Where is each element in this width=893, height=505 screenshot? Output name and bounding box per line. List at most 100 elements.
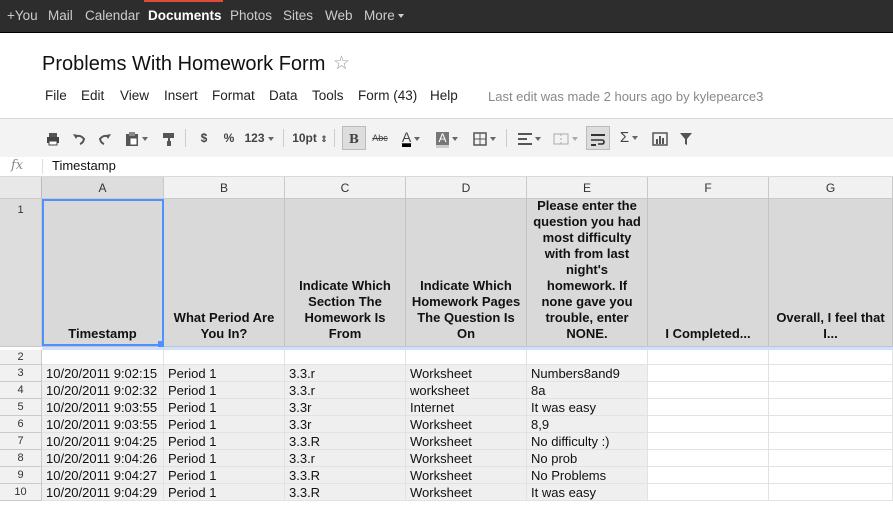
gbar-item-sites[interactable]: Sites (283, 0, 313, 32)
gbar-item-mail[interactable]: Mail (48, 0, 73, 32)
cell-d2[interactable] (406, 350, 527, 365)
cell-d4[interactable]: worksheet (406, 382, 527, 399)
cell-c3[interactable]: 3.3.r (285, 365, 406, 382)
row-header-9[interactable]: 9 (0, 467, 42, 484)
cell-e7[interactable]: No difficulty :) (527, 433, 648, 450)
functions-button[interactable]: Σ (614, 126, 644, 150)
cell-c9[interactable]: 3.3.R (285, 467, 406, 484)
cell-b9[interactable]: Period 1 (164, 467, 285, 484)
cell-b4[interactable]: Period 1 (164, 382, 285, 399)
cell-d5[interactable]: Internet (406, 399, 527, 416)
cell-d6[interactable]: Worksheet (406, 416, 527, 433)
align-button[interactable] (512, 126, 546, 150)
gbar-item-more[interactable]: More (364, 0, 404, 32)
header-cell-d[interactable]: Indicate Which Homework Pages The Questi… (406, 199, 527, 347)
bold-button[interactable]: B (342, 126, 366, 150)
row-header-5[interactable]: 5 (0, 399, 42, 416)
column-header-e[interactable]: E (527, 177, 648, 199)
menu-tools[interactable]: Tools (312, 88, 344, 103)
paste-button[interactable] (120, 126, 152, 150)
cell-c8[interactable]: 3.3.r (285, 450, 406, 467)
print-button[interactable] (42, 126, 64, 150)
frozen-row-divider[interactable] (42, 347, 893, 350)
cell-b6[interactable]: Period 1 (164, 416, 285, 433)
cell-b7[interactable]: Period 1 (164, 433, 285, 450)
menu-file[interactable]: File (45, 88, 67, 103)
formula-input[interactable]: Timestamp (52, 157, 116, 175)
paint-format-button[interactable] (158, 126, 180, 150)
cell-a9[interactable]: 10/20/2011 9:04:27 (42, 467, 164, 484)
cell-c5[interactable]: 3.3r (285, 399, 406, 416)
cell-e4[interactable]: 8a (527, 382, 648, 399)
cell-g4[interactable] (769, 382, 893, 399)
cell-e6[interactable]: 8,9 (527, 416, 648, 433)
cell-f5[interactable] (648, 399, 769, 416)
cell-d3[interactable]: Worksheet (406, 365, 527, 382)
cell-g3[interactable] (769, 365, 893, 382)
cell-f8[interactable] (648, 450, 769, 467)
cell-d10[interactable]: Worksheet (406, 484, 527, 501)
column-header-g[interactable]: G (769, 177, 893, 199)
cell-g9[interactable] (769, 467, 893, 484)
gbar-item-you[interactable]: +You (7, 0, 38, 32)
cell-d9[interactable]: Worksheet (406, 467, 527, 484)
cell-f2[interactable] (648, 350, 769, 365)
cell-c7[interactable]: 3.3.R (285, 433, 406, 450)
cell-g8[interactable] (769, 450, 893, 467)
cell-f7[interactable] (648, 433, 769, 450)
cell-f9[interactable] (648, 467, 769, 484)
merge-cells-button[interactable] (548, 126, 582, 150)
row-header-1[interactable]: 1 (0, 199, 42, 347)
cell-g6[interactable] (769, 416, 893, 433)
fill-color-button[interactable]: A (430, 126, 464, 150)
cell-c6[interactable]: 3.3r (285, 416, 406, 433)
cell-c4[interactable]: 3.3.r (285, 382, 406, 399)
gbar-item-calendar[interactable]: Calendar (85, 0, 140, 32)
gbar-item-web[interactable]: Web (325, 0, 353, 32)
cell-b10[interactable]: Period 1 (164, 484, 285, 501)
header-cell-f[interactable]: I Completed... (648, 199, 769, 347)
row-header-4[interactable]: 4 (0, 382, 42, 399)
cell-b8[interactable]: Period 1 (164, 450, 285, 467)
font-size-dropdown[interactable]: 10pt ⇕ (290, 126, 330, 150)
cell-e2[interactable] (527, 350, 648, 365)
cell-b3[interactable]: Period 1 (164, 365, 285, 382)
borders-button[interactable] (468, 126, 500, 150)
cell-a2[interactable] (42, 350, 164, 365)
cell-f6[interactable] (648, 416, 769, 433)
text-color-button[interactable]: A (394, 126, 428, 150)
column-header-b[interactable]: B (164, 177, 285, 199)
cell-b5[interactable]: Period 1 (164, 399, 285, 416)
cell-a8[interactable]: 10/20/2011 9:04:26 (42, 450, 164, 467)
row-header-10[interactable]: 10 (0, 484, 42, 501)
row-header-6[interactable]: 6 (0, 416, 42, 433)
cell-d8[interactable]: Worksheet (406, 450, 527, 467)
fill-handle[interactable] (158, 341, 164, 347)
menu-edit[interactable]: Edit (81, 88, 104, 103)
cell-e5[interactable]: It was easy (527, 399, 648, 416)
cell-f10[interactable] (648, 484, 769, 501)
filter-button[interactable] (675, 126, 697, 150)
column-header-f[interactable]: F (648, 177, 769, 199)
cell-a5[interactable]: 10/20/2011 9:03:55 (42, 399, 164, 416)
wrap-text-button[interactable] (586, 126, 610, 150)
cell-c2[interactable] (285, 350, 406, 365)
cell-g10[interactable] (769, 484, 893, 501)
menu-data[interactable]: Data (269, 88, 298, 103)
header-cell-a[interactable]: Timestamp (42, 199, 164, 347)
header-cell-g[interactable]: Overall, I feel that I... (769, 199, 893, 347)
row-header-3[interactable]: 3 (0, 365, 42, 382)
cell-a6[interactable]: 10/20/2011 9:03:55 (42, 416, 164, 433)
gbar-item-photos[interactable]: Photos (230, 0, 272, 32)
menu-insert[interactable]: Insert (164, 88, 198, 103)
cell-e9[interactable]: No Problems (527, 467, 648, 484)
number-format-dropdown[interactable]: 123 (242, 126, 276, 150)
cell-g7[interactable] (769, 433, 893, 450)
strikethrough-button[interactable]: Abc (368, 126, 392, 150)
header-cell-b[interactable]: What Period Are You In? (164, 199, 285, 347)
cell-a7[interactable]: 10/20/2011 9:04:25 (42, 433, 164, 450)
cell-e8[interactable]: No prob (527, 450, 648, 467)
last-edit-status[interactable]: Last edit was made 2 hours ago by kylepe… (488, 89, 763, 104)
cell-d7[interactable]: Worksheet (406, 433, 527, 450)
row-header-7[interactable]: 7 (0, 433, 42, 450)
